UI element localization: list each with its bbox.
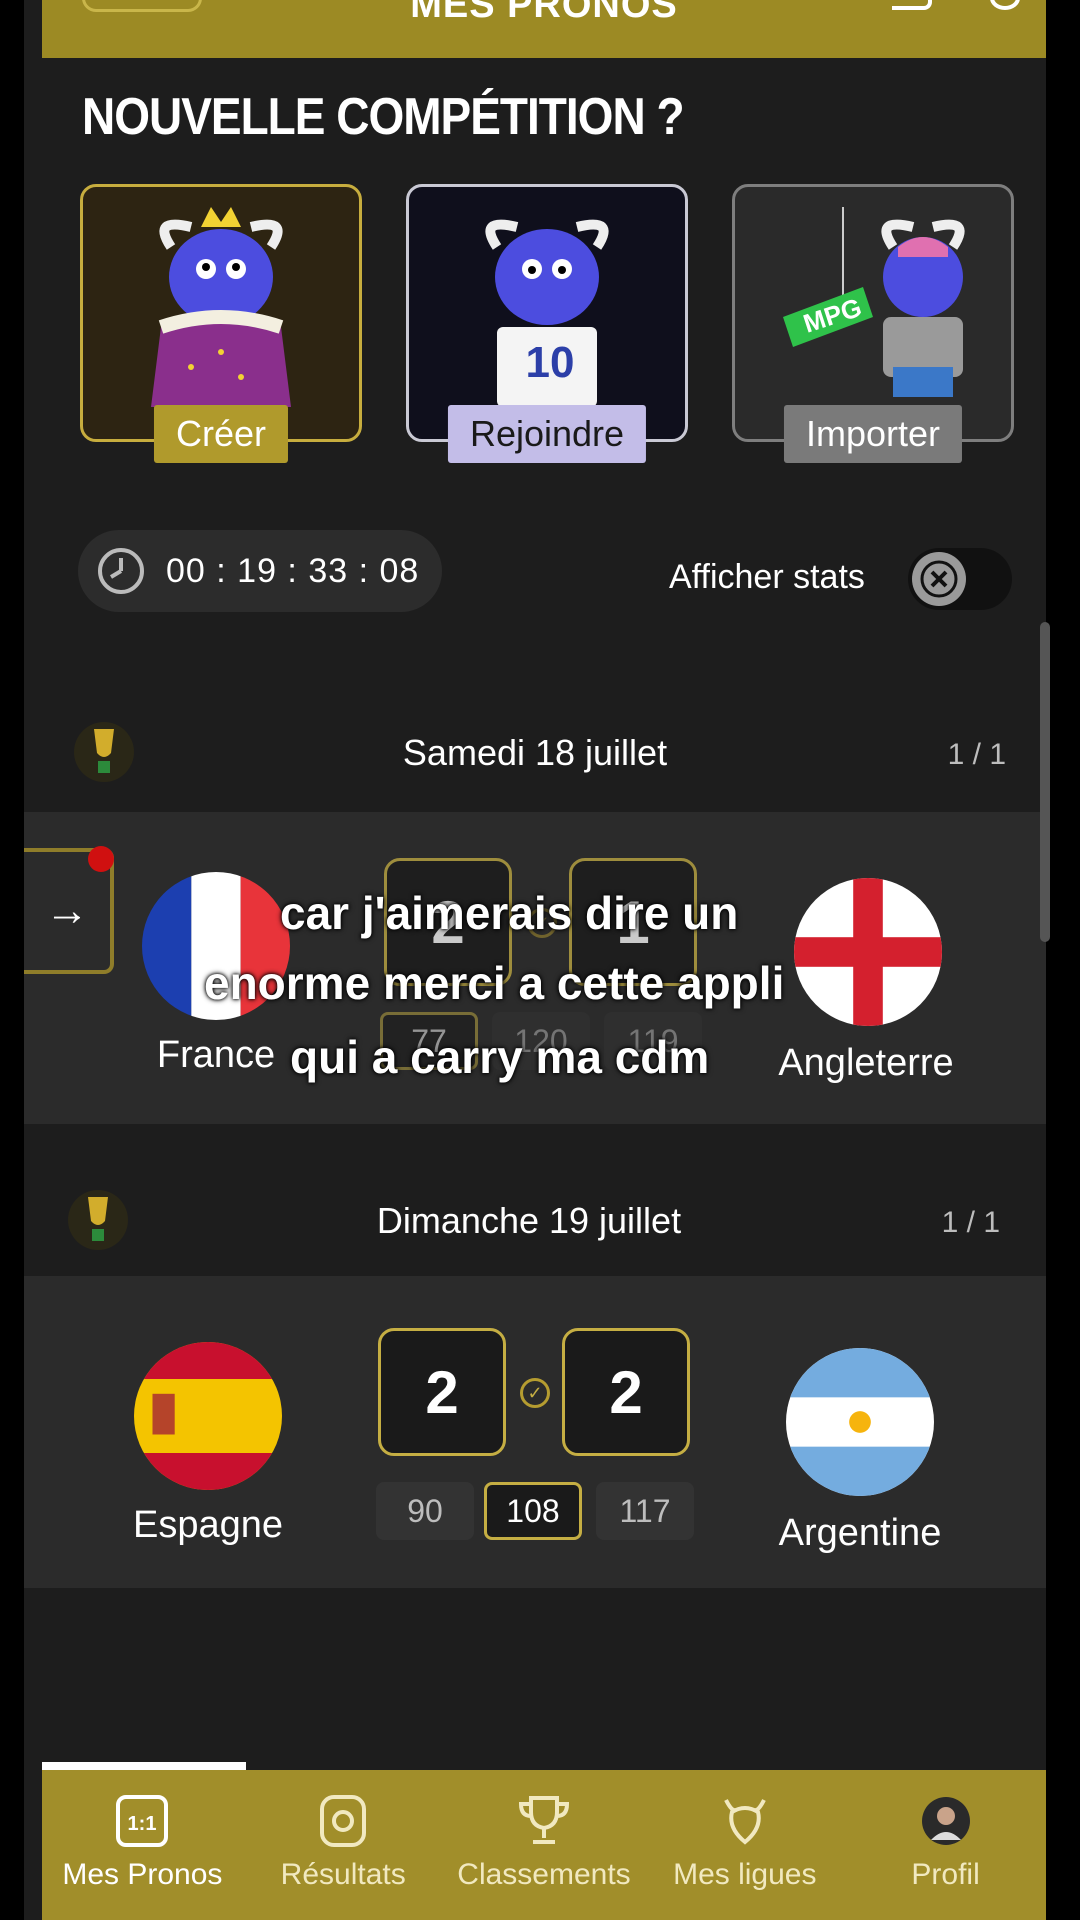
section-title: NOUVELLE COMPÉTITION ? xyxy=(82,87,685,146)
check-icon: ✓ xyxy=(520,1378,550,1408)
scrollbar[interactable] xyxy=(1040,622,1050,942)
notification-dot xyxy=(88,846,114,872)
chat-icon[interactable] xyxy=(892,0,932,10)
argentina-flag-icon xyxy=(786,1348,934,1496)
spain-flag-icon xyxy=(134,1342,282,1490)
nav-label: Profil xyxy=(911,1858,980,1891)
day-header: Samedi 18 juillet 1 / 1 xyxy=(24,714,1046,794)
away-score-input[interactable]: 2 xyxy=(562,1328,690,1456)
nav-resultats[interactable]: Résultats xyxy=(243,1770,444,1920)
close-icon xyxy=(912,552,966,606)
create-button[interactable]: Créer xyxy=(153,405,289,463)
caption-line-1: car j'aimerais dire un xyxy=(280,887,739,939)
svg-text:1:1: 1:1 xyxy=(128,1813,157,1835)
match-day-title: Dimanche 19 juillet xyxy=(376,1200,682,1241)
join-competition-card[interactable]: 10 Rejoindre xyxy=(406,184,688,463)
match-card[interactable]: Espagne 2 ✓ 2 90 108 117 Argentine xyxy=(24,1276,1046,1588)
bottom-navigation: 1:1 Mes Pronos Résultats Classements Mes… xyxy=(42,1770,1046,1920)
nav-mes-pronos[interactable]: 1:1 Mes Pronos xyxy=(42,1770,243,1920)
match-count: 1 / 1 xyxy=(947,738,1006,771)
mpg-tag: MPG xyxy=(800,292,866,339)
timer-value: 00 : 19 : 33 : 08 xyxy=(166,551,420,590)
import-competition-card[interactable]: MPG Importer xyxy=(732,184,1014,463)
one-one-icon: 1:1 xyxy=(115,1794,169,1848)
jersey-number: 10 xyxy=(526,338,575,387)
show-stats-label: Afficher stats xyxy=(669,558,865,596)
nav-progress-bar xyxy=(42,1762,246,1770)
match-day-title: Samedi 18 juillet xyxy=(402,732,668,773)
home-team-name: Espagne xyxy=(132,1504,283,1546)
odd-home[interactable]: 90 xyxy=(376,1482,474,1540)
badge-icon xyxy=(316,1794,370,1848)
create-competition-card[interactable]: Créer xyxy=(80,184,362,463)
nav-label: Mes ligues xyxy=(673,1858,817,1891)
away-team-name: Angleterre xyxy=(778,1042,954,1084)
goat-icon xyxy=(718,1794,772,1848)
avatar xyxy=(919,1794,973,1848)
join-button[interactable]: Rejoindre xyxy=(447,405,647,463)
odd-away[interactable]: 117 xyxy=(596,1482,694,1540)
odd-draw[interactable]: 108 xyxy=(484,1482,582,1540)
nav-mes-ligues[interactable]: Mes ligues xyxy=(644,1770,845,1920)
caption-line-3: qui a carry ma cdm xyxy=(290,1031,710,1083)
home-score-input[interactable]: 2 xyxy=(378,1328,506,1456)
nav-label: Résultats xyxy=(280,1858,406,1891)
caption-line-2: enorme merci a cette appli xyxy=(204,957,785,1009)
trophy-icon xyxy=(517,1794,571,1848)
countdown-timer: 00 : 19 : 33 : 08 xyxy=(78,530,442,612)
nav-label: Mes Pronos xyxy=(62,1858,223,1891)
nav-classements[interactable]: Classements xyxy=(444,1770,645,1920)
day-header: Dimanche 19 juillet 1 / 1 xyxy=(24,1182,1046,1262)
clock-icon xyxy=(98,548,144,594)
nav-label: Classements xyxy=(457,1858,631,1891)
top-bar: MES PRONOS xyxy=(42,0,1046,58)
match-count: 1 / 1 xyxy=(941,1206,1000,1239)
away-team-name: Argentine xyxy=(778,1512,942,1554)
show-stats-toggle[interactable] xyxy=(908,548,1012,610)
king-goat-illustration xyxy=(151,207,291,407)
england-flag-icon xyxy=(794,878,942,1026)
import-button[interactable]: Importer xyxy=(783,405,963,463)
app-screen: MES PRONOS NOUVELLE COMPÉTITION ? Créer xyxy=(24,0,1046,1920)
nav-profil[interactable]: Profil xyxy=(845,1770,1046,1920)
